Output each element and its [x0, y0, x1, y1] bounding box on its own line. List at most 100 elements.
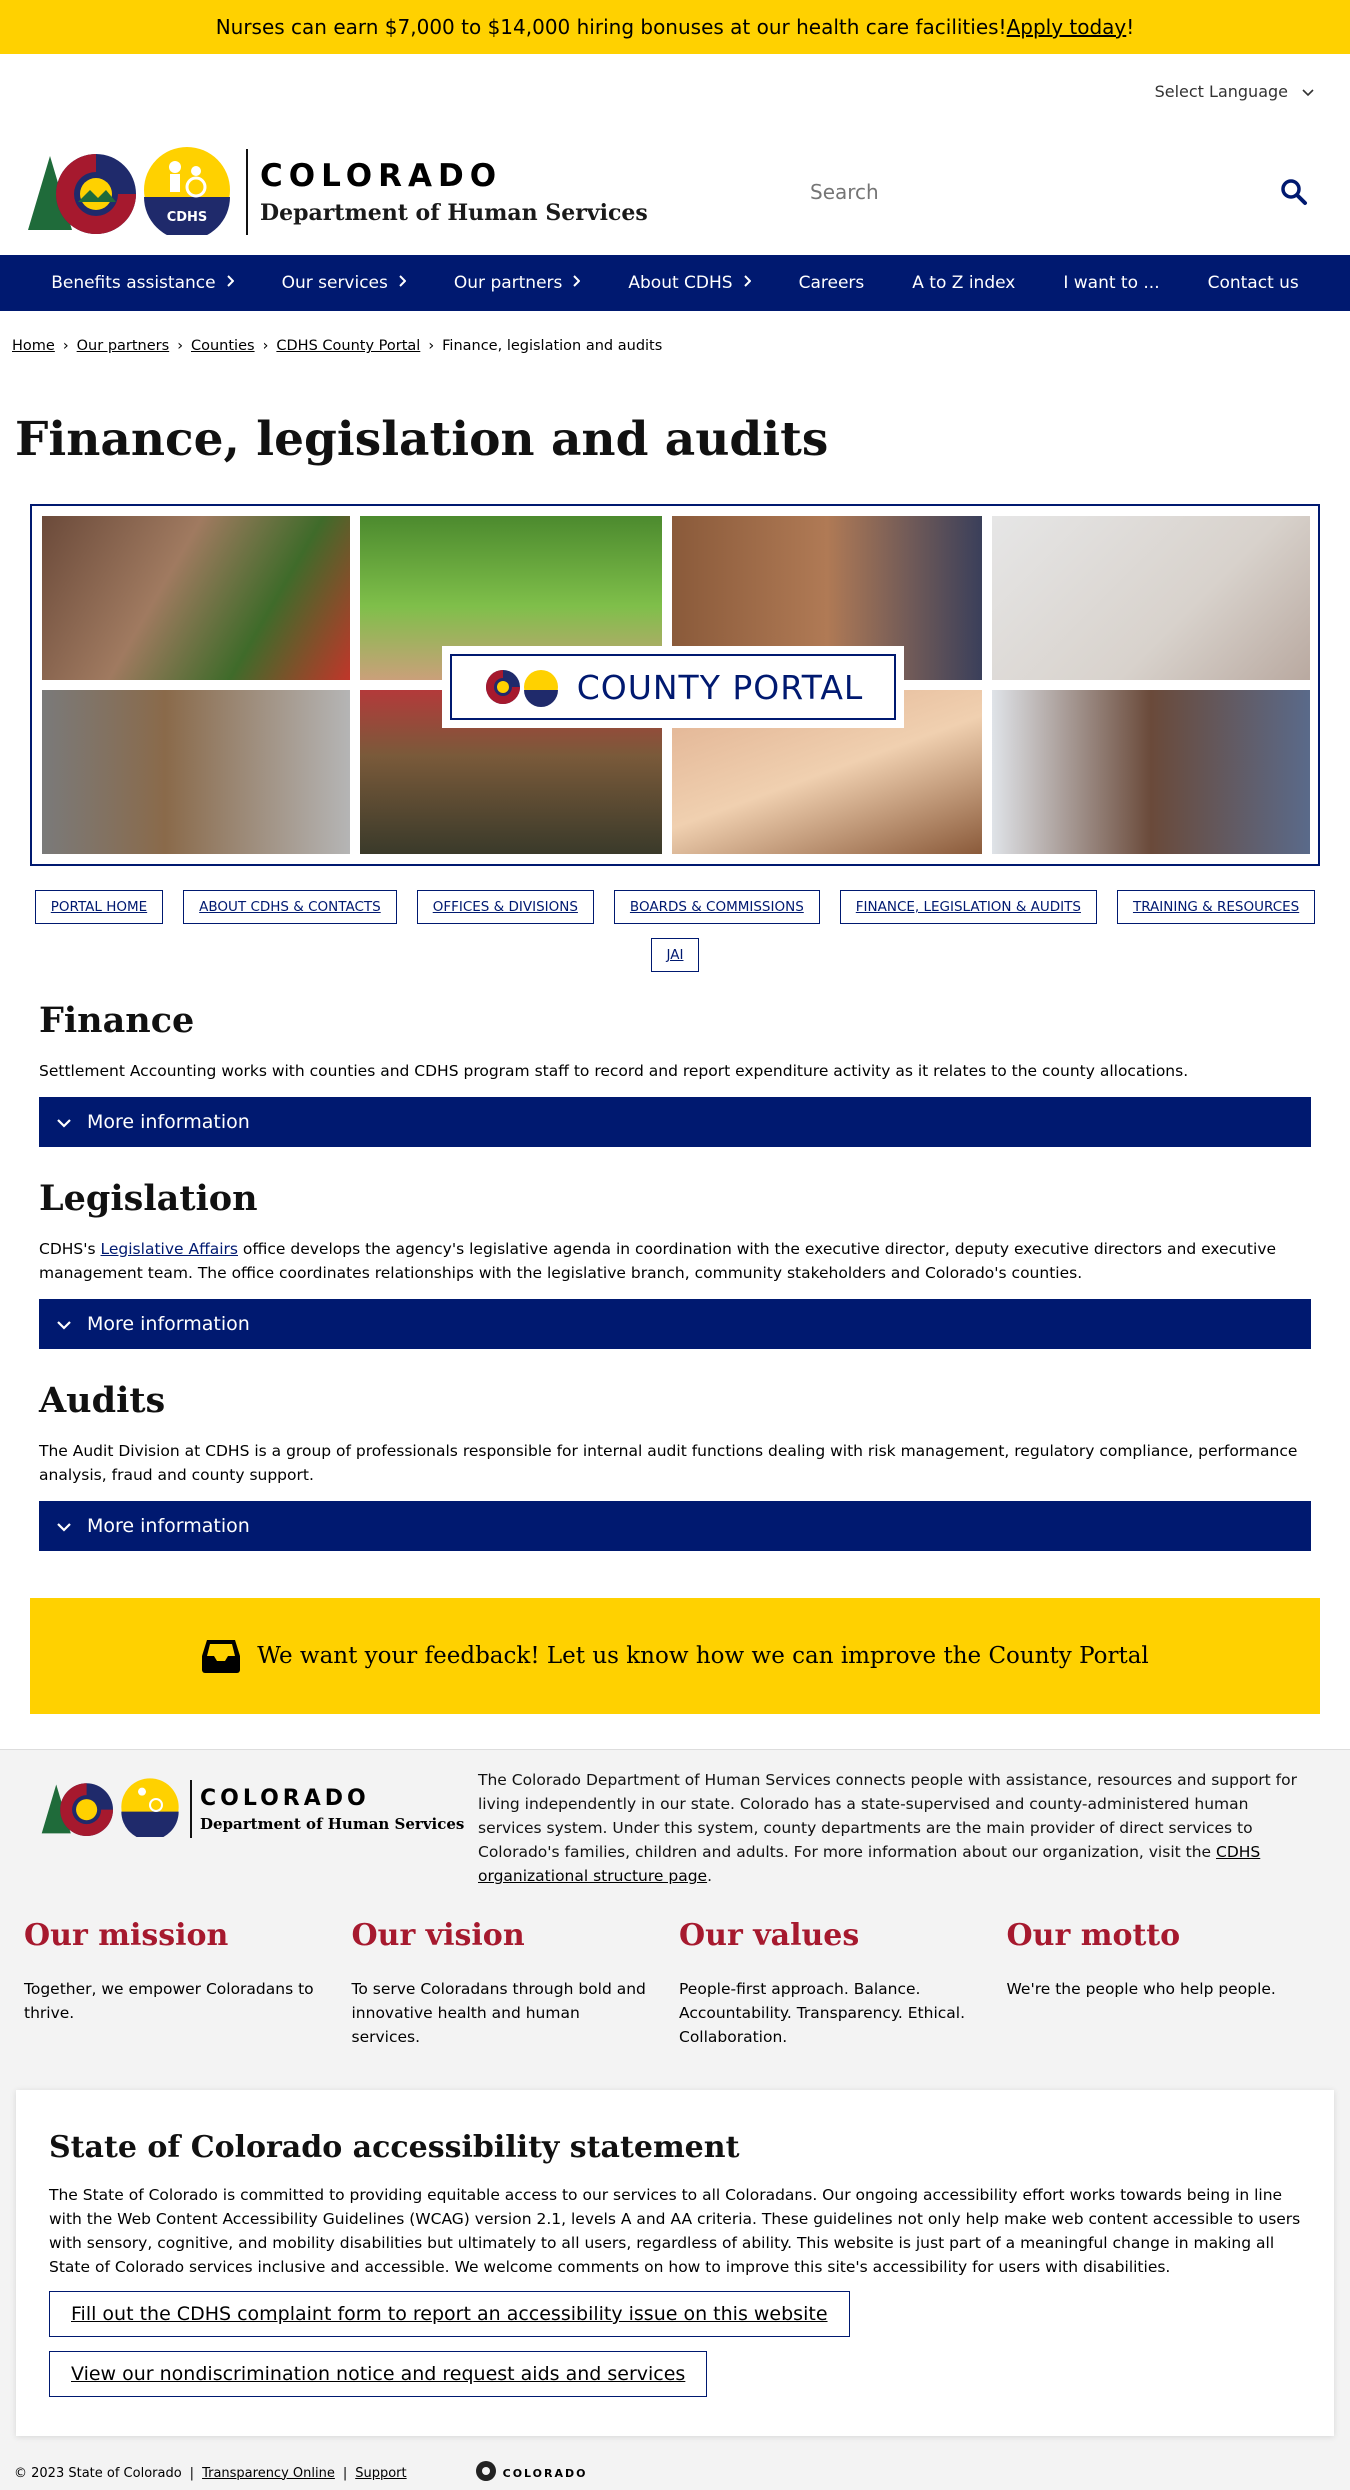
county-portal-label: COUNTY PORTAL — [450, 654, 896, 720]
search-icon[interactable] — [1280, 178, 1308, 210]
cdhs-logo[interactable]: CDHS COLORADO Department of Human Servic… — [26, 140, 648, 244]
photo-family-grocery — [42, 516, 350, 680]
footer-brand-department: Department of Human Services — [200, 1814, 465, 1833]
photo-father-son — [992, 690, 1310, 854]
county-portal-label-box: COUNTY PORTAL — [442, 646, 904, 728]
colorado-c-logo-icon — [475, 2460, 497, 2486]
alert-banner: Nurses can earn $7,000 to $14,000 hiring… — [0, 0, 1350, 54]
about-text-post: . — [707, 1867, 713, 1885]
more-info-label: More information — [87, 1313, 250, 1335]
nav-item-label: Our services — [281, 273, 388, 293]
column-heading: Our mission — [24, 1918, 229, 1953]
main-nav: Benefits assistance Our services Our partn… — [0, 255, 1350, 311]
about-text-pre: The Colorado Department of Human Service… — [478, 1771, 1297, 1861]
small-brand-text: COLORADO — [502, 2466, 588, 2480]
nav-item-a-to-z-index[interactable]: A to Z index — [888, 273, 1039, 293]
photo-grandfather-child — [42, 690, 350, 854]
cdhs-badge-icon — [120, 1777, 180, 1841]
column-text: People-first approach. Balance. Accounta… — [679, 1980, 966, 2046]
nav-item-label: About CDHS — [628, 273, 733, 293]
nav-item-label: Our partners — [453, 273, 563, 293]
tab-jai[interactable]: JAI — [650, 938, 700, 972]
site-header: CDHS COLORADO Department of Human Servic… — [0, 130, 1350, 255]
nav-item-our-services[interactable]: Our services — [258, 273, 430, 293]
footer-brand-colorado: COLORADO — [200, 1785, 370, 1811]
column-text: To serve Coloradans through bold and inn… — [351, 1980, 646, 2046]
state-colorado-logo[interactable]: COLORADO — [475, 2460, 588, 2486]
support-link[interactable]: Support — [355, 2466, 406, 2481]
county-portal-banner: COUNTY PORTAL — [30, 504, 1320, 866]
finance-more-info-button[interactable]: More information — [39, 1097, 1311, 1147]
breadcrumb-separator-icon: › — [428, 338, 435, 354]
nav-item-contact-us[interactable]: Contact us — [1184, 273, 1323, 293]
breadcrumb: Home › Our partners › Counties › CDHS Co… — [12, 338, 662, 354]
audits-heading: Audits — [39, 1380, 166, 1421]
legislative-affairs-link[interactable]: Legislative Affairs — [101, 1240, 238, 1258]
column-heading: Our motto — [1006, 1918, 1181, 1953]
column-text: We're the people who help people. — [1006, 1980, 1276, 1998]
chevron-right-icon — [572, 275, 581, 291]
footer-cdhs-logo[interactable]: COLORADO Department of Human Services — [40, 1774, 464, 1844]
footer-about-text: The Colorado Department of Human Service… — [478, 1768, 1308, 1888]
footer-columns: Our mission Together, we empower Colorada… — [24, 1918, 1334, 2049]
column-heading: Our vision — [351, 1918, 525, 1953]
footer-column-our-motto: Our motto We're the people who help peopl… — [1007, 1918, 1335, 2049]
footer-logo-text: COLORADO Department of Human Services — [200, 1786, 464, 1833]
tab-boards-commissions[interactable]: BOARDS & COMMISSIONS — [613, 890, 820, 924]
copyright-bar: © 2023 State of Colorado | Transparency … — [14, 2460, 587, 2486]
search-input[interactable] — [810, 180, 1250, 204]
accessibility-statement: State of Colorado accessibility statemen… — [16, 2090, 1334, 2436]
chevron-down-icon — [57, 1515, 71, 1537]
chevron-down-icon — [57, 1313, 71, 1335]
finance-section: Finance Settlement Accounting works with… — [39, 1000, 1311, 1147]
accessibility-heading: State of Colorado accessibility statemen… — [49, 2130, 740, 2165]
tab-portal-home[interactable]: PORTAL HOME — [34, 890, 164, 924]
legislation-more-info-button[interactable]: More information — [39, 1299, 1311, 1349]
transparency-online-link[interactable]: Transparency Online — [202, 2466, 335, 2481]
column-text: Together, we empower Coloradans to thriv… — [24, 1980, 314, 2022]
photo-parent-baby — [992, 516, 1310, 680]
site-footer: COLORADO Department of Human Services Th… — [0, 1749, 1350, 2490]
feedback-banner[interactable]: We want your feedback! Let us know how w… — [30, 1598, 1320, 1714]
more-info-label: More information — [87, 1111, 250, 1133]
more-info-label: More information — [87, 1515, 250, 1537]
breadcrumb-current: Finance, legislation and audits — [442, 338, 663, 354]
nondiscrimination-button[interactable]: View our nondiscrimination notice and re… — [49, 2351, 708, 2397]
brand-department: Department of Human Services — [260, 200, 648, 226]
nav-item-our-partners[interactable]: Our partners — [430, 273, 605, 293]
tab-offices-divisions[interactable]: OFFICES & DIVISIONS — [416, 890, 594, 924]
nav-item-i-want-to[interactable]: I want to ... — [1039, 273, 1183, 293]
colorado-c-logo-icon — [40, 1774, 120, 1844]
breadcrumb-home[interactable]: Home — [12, 338, 55, 354]
nav-item-label: A to Z index — [912, 273, 1016, 293]
colorado-c-logo-icon — [26, 140, 146, 244]
nav-item-label: Contact us — [1207, 273, 1299, 293]
breadcrumb-our-partners[interactable]: Our partners — [77, 338, 170, 354]
column-heading: Our values — [679, 1918, 860, 1953]
nav-item-about-cdhs[interactable]: About CDHS — [604, 273, 774, 293]
footer-column-our-vision: Our vision To serve Coloradans through bo… — [352, 1918, 680, 2049]
complaint-form-button[interactable]: Fill out the CDHS complaint form to repo… — [49, 2291, 850, 2337]
tab-finance-legislation-audits[interactable]: FINANCE, LEGISLATION & AUDITS — [839, 890, 1097, 924]
breadcrumb-county-portal[interactable]: CDHS County Portal — [276, 338, 420, 354]
legislation-body-pre: CDHS's — [39, 1240, 101, 1258]
audits-more-info-button[interactable]: More information — [39, 1501, 1311, 1551]
portal-tabs: PORTAL HOME ABOUT CDHS & CONTACTS OFFICES … — [0, 890, 1350, 972]
tab-training-resources[interactable]: TRAINING & RESOURCES — [1116, 890, 1316, 924]
logo-text: COLORADO Department of Human Services — [260, 158, 648, 226]
cdhs-badge-text: CDHS — [167, 210, 208, 225]
search-bar — [810, 172, 1330, 212]
footer-column-our-values: Our values People-first approach. Balance… — [679, 1918, 1007, 2049]
nav-item-label: I want to ... — [1063, 273, 1160, 293]
audits-body: The Audit Division at CDHS is a group of… — [39, 1442, 1298, 1484]
alert-text: Nurses can earn $7,000 to $14,000 hiring… — [215, 15, 1007, 39]
apply-today-link[interactable]: Apply today — [1007, 15, 1127, 39]
nav-item-careers[interactable]: Careers — [775, 273, 889, 293]
cdhs-badge-icon: CDHS — [142, 145, 232, 240]
tab-about-cdhs-contacts[interactable]: ABOUT CDHS & CONTACTS — [183, 890, 397, 924]
language-selector[interactable]: Select Language — [1155, 82, 1314, 101]
breadcrumb-counties[interactable]: Counties — [191, 338, 255, 354]
inbox-icon — [201, 1638, 241, 1674]
nav-item-benefits-assistance[interactable]: Benefits assistance — [27, 273, 257, 293]
finance-heading: Finance — [39, 1000, 195, 1041]
